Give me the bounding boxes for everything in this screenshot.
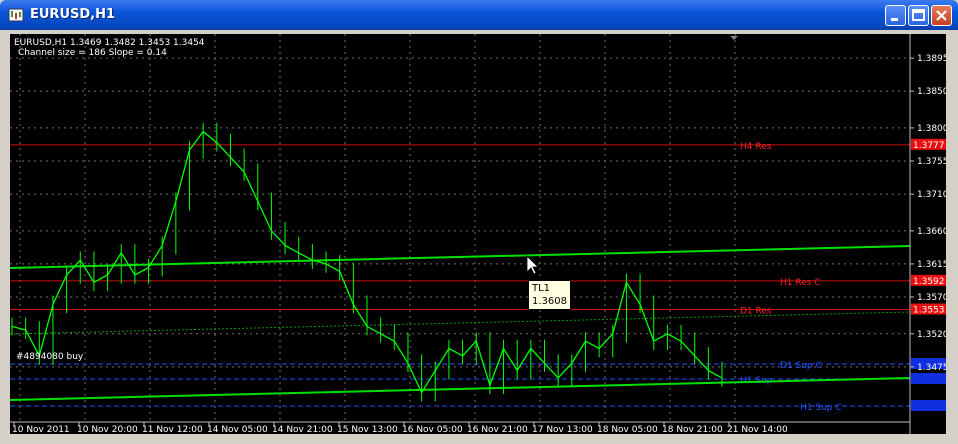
level-price-box bbox=[911, 373, 946, 384]
chart-window-icon bbox=[8, 8, 24, 22]
price-tick-label: 1.3660 bbox=[917, 227, 946, 237]
price-tick-label: 1.3520 bbox=[917, 330, 946, 340]
time-tick-label: 21 Nov 14:00 bbox=[727, 425, 788, 434]
time-tick-label: 11 Nov 12:00 bbox=[142, 425, 203, 434]
close-icon bbox=[936, 10, 947, 21]
price-tick-label: 1.3570 bbox=[917, 293, 946, 303]
time-tick-label: 16 Nov 21:00 bbox=[467, 425, 528, 434]
price-chart[interactable]: H4 Res 1.3777 H1 Res C 1.3592 D1 Res 1.3553 D1… bbox=[9, 34, 949, 435]
tooltip-name: TL1 bbox=[532, 283, 551, 294]
channel-info: Channel size = 186 Slope = 0.14 bbox=[18, 48, 167, 58]
price-tick-label: 1.3895 bbox=[917, 54, 946, 64]
time-tick-label: 18 Nov 05:00 bbox=[597, 425, 658, 434]
time-tick-label: 16 Nov 05:00 bbox=[402, 425, 463, 434]
terminal-chart-window: EURUSD,H1 H4 Res 1.3777 H1 Res C 1.3592 D1 R… bbox=[0, 0, 958, 444]
time-tick-label: 14 Nov 21:00 bbox=[272, 425, 333, 434]
level-name: H4 Res bbox=[740, 142, 772, 152]
price-tick-label: 1.3800 bbox=[917, 124, 946, 134]
level-price-label: 1.3553 bbox=[913, 306, 945, 316]
time-tick-label: 17 Nov 13:00 bbox=[532, 425, 593, 434]
price-tick-label: 1.3615 bbox=[917, 260, 946, 270]
maximize-button[interactable] bbox=[908, 5, 929, 26]
title-bar[interactable]: EURUSD,H1 bbox=[0, 0, 958, 30]
price-tick-label: 1.3710 bbox=[917, 190, 946, 200]
trendline-tooltip: TL1 1.3608 bbox=[528, 280, 571, 310]
close-button[interactable] bbox=[931, 5, 952, 26]
tooltip-value: 1.3608 bbox=[532, 296, 567, 307]
time-tick-label: 14 Nov 05:00 bbox=[207, 425, 268, 434]
time-tick-label: 15 Nov 13:00 bbox=[337, 425, 398, 434]
level-name: H1 Sup C bbox=[800, 403, 842, 413]
chart-canvas[interactable]: H4 Res 1.3777H1 Res C 1.3592D1 Res 1.3553D1… bbox=[9, 34, 949, 435]
price-tick-label: 1.3755 bbox=[917, 157, 946, 167]
price-tick-label: 1.3850 bbox=[917, 87, 946, 97]
level-name: H1 Res C bbox=[780, 278, 821, 288]
window-title: EURUSD,H1 bbox=[30, 7, 116, 22]
time-tick-label: 10 Nov 2011 bbox=[12, 425, 70, 434]
time-tick-label: 10 Nov 20:00 bbox=[77, 425, 138, 434]
level-price-label: 1.3592 bbox=[913, 277, 945, 287]
minimize-button[interactable] bbox=[885, 5, 906, 26]
maximize-icon bbox=[912, 9, 925, 21]
level-price-box bbox=[911, 400, 946, 411]
minimize-icon bbox=[891, 18, 898, 21]
chart-header: EURUSD,H1 1.3469 1.3482 1.3453 1.3454 bbox=[14, 38, 205, 48]
time-tick-label: 18 Nov 21:00 bbox=[662, 425, 723, 434]
price-tick-label: 1.3475 bbox=[917, 363, 946, 373]
level-price-label: 1.3777 bbox=[913, 141, 945, 151]
level-name: D1 Sup C bbox=[780, 361, 822, 371]
order-label: #4894080 buy bbox=[16, 352, 84, 362]
